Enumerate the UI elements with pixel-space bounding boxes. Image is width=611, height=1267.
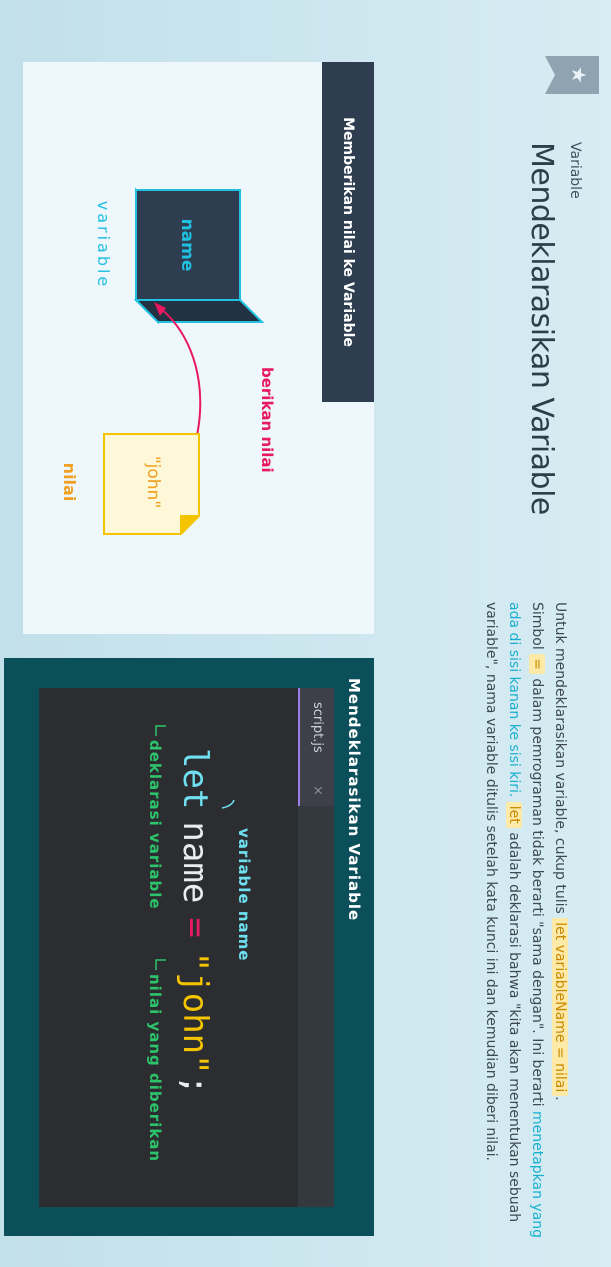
description-text: dalam pemrograman tidak berarti "sama de… bbox=[529, 673, 545, 1111]
box-caption: variable bbox=[94, 201, 113, 290]
annotation-declaration: deklarasi variable bbox=[146, 740, 164, 910]
description-text: Simbol bbox=[529, 602, 545, 655]
inline-code: let bbox=[506, 801, 522, 828]
value-text: "john" bbox=[143, 456, 163, 508]
annotation-variable-name: variable name bbox=[235, 828, 253, 961]
description: Untuk mendeklarasikan variable, cukup tu… bbox=[479, 602, 571, 1242]
code-semicolon: ; bbox=[175, 1075, 215, 1095]
code-string: "john" bbox=[175, 952, 215, 1075]
code-line: let name = "john"; bbox=[175, 748, 215, 1095]
code-keyword: let bbox=[175, 748, 215, 809]
star-icon: ★ bbox=[567, 66, 591, 84]
value-bracket bbox=[155, 959, 166, 970]
section-kicker: Variable bbox=[567, 142, 583, 199]
inline-code: let variableName = nilai bbox=[552, 918, 568, 1097]
variable-box bbox=[133, 187, 265, 325]
description-paragraph-1: Untuk mendeklarasikan variable, cukup tu… bbox=[548, 602, 571, 1242]
description-paragraph-2: Simbol = dalam pemrograman tidak berarti… bbox=[479, 602, 548, 1242]
declare-variable-card: Mendeklarasikan Variable script.js × var… bbox=[4, 658, 374, 1236]
code-editor: script.js × variable name letname="john"… bbox=[39, 688, 334, 1207]
annotation-value: nilai yang diberikan bbox=[146, 974, 164, 1162]
page-title: Mendeklarasikan Variable bbox=[524, 142, 559, 515]
slide-stage: ★ Variable Mendeklarasikan Variable Untu… bbox=[0, 0, 611, 1267]
card-header: Mendeklarasikan Variable bbox=[345, 678, 363, 922]
inline-code: = bbox=[529, 654, 545, 674]
value-caption: nilai bbox=[60, 463, 79, 502]
description-text: Untuk mendeklarasikan variable, cukup tu… bbox=[552, 602, 568, 919]
code-operator: = bbox=[175, 917, 215, 937]
description-text: . bbox=[552, 1096, 568, 1101]
code-diagram: variable name let name = "john"; deklarasi … bbox=[146, 725, 253, 1162]
bookmark-badge: ★ bbox=[555, 56, 599, 94]
code-identifier: name bbox=[175, 821, 215, 903]
slide: ★ Variable Mendeklarasikan Variable Untu… bbox=[0, 0, 611, 1267]
assign-diagram: name variable berikan nilai "john" nilai bbox=[60, 187, 276, 535]
assign-value-card: Memberikan nilai ke Variable name variab… bbox=[23, 62, 374, 634]
declaration-bracket bbox=[155, 725, 166, 736]
arrow-label: berikan nilai bbox=[258, 367, 276, 473]
box-label: name bbox=[177, 219, 197, 272]
annotation-pointer bbox=[221, 799, 235, 809]
